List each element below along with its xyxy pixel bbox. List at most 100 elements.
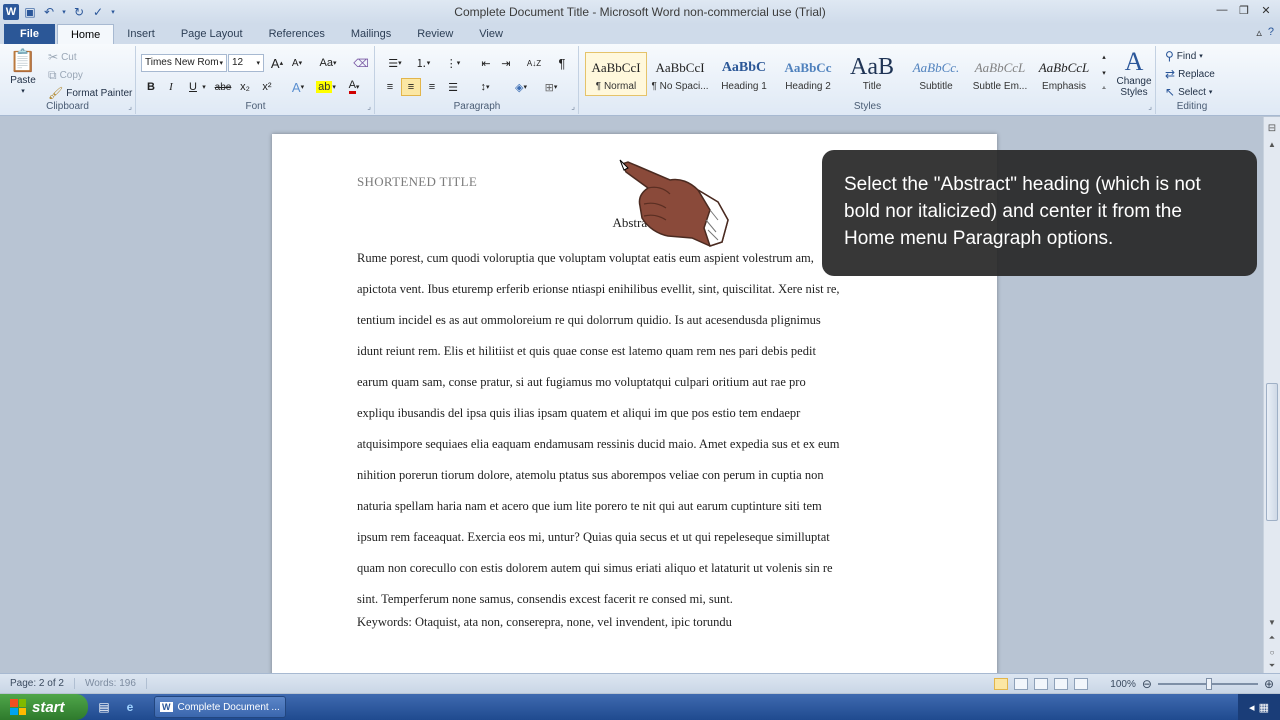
taskbar-word-window[interactable]: W Complete Document ... [154,696,286,718]
body-line[interactable]: nihition porerun tiorum dolore, atemolu … [357,460,907,491]
clipboard-launcher-icon[interactable]: ⌟ [128,102,132,111]
increase-indent-button[interactable]: ⇥ [496,54,516,72]
tab-review[interactable]: Review [404,24,466,44]
style-emphasis[interactable]: AaBbCcL Emphasis [1033,52,1095,96]
line-spacing-button[interactable]: ↕ ▾ [472,78,498,96]
print-layout-view-icon[interactable] [994,678,1009,690]
start-button[interactable]: start [0,694,88,720]
replace-button[interactable]: ⇄ Replace [1165,67,1215,81]
scroll-up-icon[interactable]: ▲ [1264,137,1280,151]
body-line[interactable]: idunt reiunt rem. Elis et hilitiist et q… [357,336,907,367]
page-count[interactable]: Page: 2 of 2 [0,678,75,689]
change-case-button[interactable]: Aa ▾ [315,54,341,72]
show-hide-button[interactable]: ¶ [552,54,572,72]
style-heading-1[interactable]: AaBbC Heading 1 [713,52,775,96]
minimize-icon[interactable]: — [1214,2,1230,18]
body-line[interactable]: quam non corecullo con estis dolorem aut… [357,553,907,584]
numbering-button[interactable]: ⒈ ▾ [410,54,436,72]
tab-mailings[interactable]: Mailings [338,24,404,44]
change-styles-button[interactable]: A Change Styles [1114,48,1154,99]
internet-explorer-icon[interactable]: e [120,697,140,717]
style-subtitle[interactable]: AaBbCc. Subtitle [905,52,967,96]
shrink-font-button[interactable]: A ▾ [287,54,307,72]
styles-launcher-icon[interactable]: ⌟ [1148,102,1152,111]
tab-home[interactable]: Home [56,24,115,44]
body-line[interactable]: naturia spellam haria nam et acero que i… [357,491,907,522]
zoom-slider-knob[interactable] [1205,678,1212,690]
styles-scroll-down-icon[interactable]: ▾ [1098,66,1110,80]
customize-qat-icon[interactable]: ▾ [109,4,117,20]
body-line[interactable]: ipsum rem faceaquat. Exercia eos mi, unt… [357,522,907,553]
tray-arrow-icon[interactable]: ◂ [1249,701,1255,714]
multilevel-list-button[interactable]: ⋮ ▾ [440,54,466,72]
ribbon-minimize-icon[interactable]: ▵ [1256,26,1262,39]
previous-page-icon[interactable]: ⏶ [1264,631,1280,645]
find-button[interactable]: ⚲ Find ▾ [1165,49,1203,63]
justify-button[interactable]: ☰ [443,78,463,96]
styles-more-icon[interactable]: ⩡ [1098,82,1110,96]
web-layout-icon[interactable] [1034,678,1049,690]
body-line[interactable]: apictota vent. Ibus eturemp erferib erio… [357,274,907,305]
next-page-icon[interactable]: ⏷ [1264,659,1280,673]
restore-icon[interactable]: ❐ [1236,2,1252,18]
format-painter-button[interactable]: 🖌 Format Painter [48,86,132,100]
outline-view-icon[interactable] [1054,678,1069,690]
keywords-line[interactable]: Keywords: Otaquist, ata non, conserepra,… [357,615,732,630]
shading-button[interactable]: ◈ ▾ [508,78,534,96]
body-line[interactable]: expliqu ibusandis del ipsa quis ilias ip… [357,398,907,429]
sort-button[interactable]: A↓Z [524,54,544,72]
tab-insert[interactable]: Insert [114,24,168,44]
style-heading-2[interactable]: AaBbCc Heading 2 [777,52,839,96]
tab-page-layout[interactable]: Page Layout [168,24,256,44]
full-screen-reading-icon[interactable] [1014,678,1029,690]
draft-view-icon[interactable] [1074,678,1089,690]
tab-view[interactable]: View [466,24,516,44]
cut-button[interactable]: ✂ Cut [48,50,77,64]
scroll-thumb[interactable] [1266,383,1278,521]
body-line[interactable]: atquisimpore sequiaes elia eaquam endamu… [357,429,907,460]
font-launcher-icon[interactable]: ⌟ [367,102,371,111]
body-line[interactable]: tentium incidel es as aut ommoloreium re… [357,305,907,336]
select-button[interactable]: ↖ Select ▾ [1165,85,1212,99]
paragraph-launcher-icon[interactable]: ⌟ [571,102,575,111]
spelling-icon[interactable]: ✓ [90,4,106,20]
undo-icon[interactable]: ↶ [41,4,57,20]
ruler-toggle-icon[interactable]: ⊟ [1264,121,1280,135]
running-head[interactable]: SHORTENED TITLE [357,174,477,190]
decrease-indent-button[interactable]: ⇤ [476,54,496,72]
zoom-slider[interactable] [1157,678,1258,690]
tab-file[interactable]: File [4,24,55,44]
align-left-button[interactable]: ≡ [380,78,400,96]
align-right-button[interactable]: ≡ [422,78,442,96]
borders-button[interactable]: ⊞ ▾ [538,78,564,96]
grow-font-button[interactable]: A ▴ [267,54,287,72]
browse-object-icon[interactable]: ○ [1264,645,1280,659]
tray-network-icon[interactable]: ▦ [1259,701,1269,714]
tab-references[interactable]: References [256,24,338,44]
text-effects-button[interactable]: A ▾ [285,78,311,96]
paste-button[interactable]: 📋 Paste ▾ [6,48,40,95]
underline-dropdown-icon[interactable]: ▾ [199,78,209,96]
zoom-out-icon[interactable]: ⊖ [1142,677,1152,691]
scroll-down-icon[interactable]: ▼ [1264,615,1280,629]
align-center-button[interactable]: ≡ [401,78,421,96]
bullets-button[interactable]: ☰ ▾ [382,54,408,72]
undo-dropdown-icon[interactable]: ▾ [60,4,68,20]
italic-button[interactable]: I [161,78,181,96]
superscript-button[interactable]: x² [257,78,277,96]
word-logo-icon[interactable]: W [3,4,19,20]
clear-formatting-button[interactable]: ⌫ [351,54,371,72]
body-line[interactable]: sint. Temperferum none samus, consendis … [357,584,907,615]
style-normal[interactable]: AaBbCcI ¶ Normal [585,52,647,96]
style-no-spacing[interactable]: AaBbCcI ¶ No Spaci... [649,52,711,96]
redo-icon[interactable]: ↻ [71,4,87,20]
highlight-button[interactable]: ab ▾ [313,78,339,96]
body-line[interactable]: earum quam sam, conse pratur, si aut fug… [357,367,907,398]
subscript-button[interactable]: x₂ [235,78,255,96]
vertical-scrollbar[interactable]: ⊟ ▲ ▼ ⏶ ○ ⏷ [1263,117,1280,673]
strikethrough-button[interactable]: abe [213,78,233,96]
styles-scroll-up-icon[interactable]: ▴ [1098,50,1110,64]
font-size-combo[interactable]: 12 ▾ [228,54,264,72]
zoom-in-icon[interactable]: ⊕ [1264,677,1274,691]
font-color-button[interactable]: A ▾ [341,78,367,96]
